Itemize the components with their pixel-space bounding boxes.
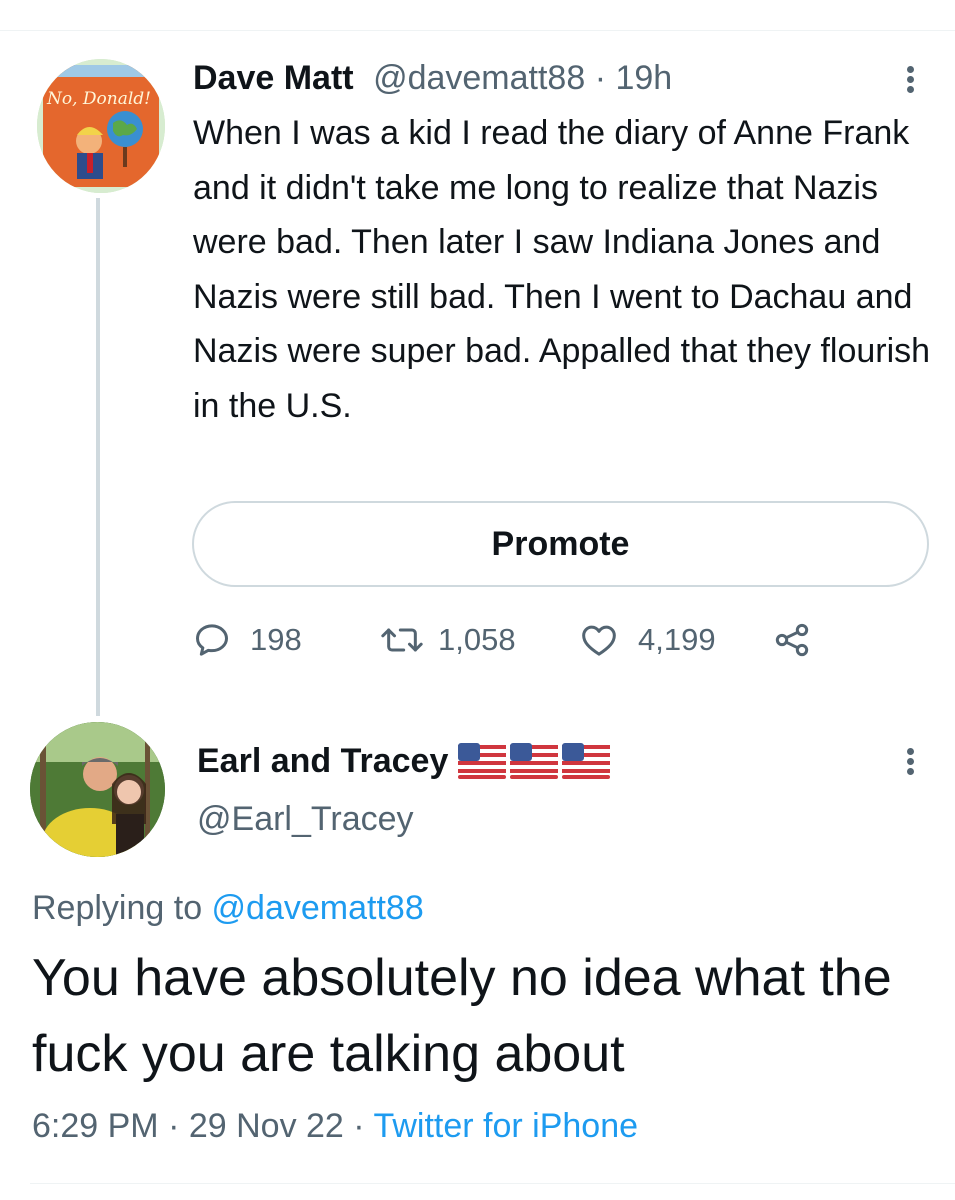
thread-connector-line xyxy=(96,198,100,716)
tweet-text: When I was a kid I read the diary of Ann… xyxy=(193,114,931,425)
more-vertical-icon xyxy=(907,748,914,755)
reply-count: 198 xyxy=(250,622,302,657)
reply-more-options-button[interactable] xyxy=(898,744,924,778)
retweet-arrows-icon xyxy=(381,628,423,652)
flag-emojis xyxy=(458,743,611,779)
meta-separator: · xyxy=(158,1107,189,1145)
author-name[interactable]: Dave Matt xyxy=(193,59,354,97)
share-icon xyxy=(775,623,809,657)
reply-date[interactable]: 29 Nov 22 xyxy=(189,1107,344,1145)
like-count: 4,199 xyxy=(638,622,716,657)
us-flag-icon xyxy=(458,743,507,779)
reply-button[interactable]: 198 xyxy=(192,618,302,662)
reply-time[interactable]: 6:29 PM xyxy=(32,1107,159,1145)
tweet-header: Dave Matt @davematt88 · 19h xyxy=(193,58,672,98)
reply-author-name[interactable]: Earl and Tracey xyxy=(197,738,448,784)
reply-author-handle[interactable]: @Earl_Tracey xyxy=(197,797,414,841)
more-vertical-icon-dot xyxy=(907,86,914,93)
us-flag-icon xyxy=(562,743,611,779)
book-cover-avatar-image: No, Donald! xyxy=(37,59,165,193)
avatar-dave-matt[interactable]: No, Donald! xyxy=(37,59,165,193)
avatar-earl-and-tracey[interactable] xyxy=(30,722,165,857)
retweet-count: 1,058 xyxy=(438,622,516,657)
avatar-book-title: No, Donald! xyxy=(46,89,151,109)
replying-prefix: Replying to xyxy=(32,889,212,927)
more-vertical-icon-dot xyxy=(907,758,914,765)
replying-to-link[interactable]: @davematt88 xyxy=(212,889,424,927)
author-handle[interactable]: @davematt88 xyxy=(373,59,585,97)
heart-icon xyxy=(582,625,616,656)
photo-avatar-image xyxy=(30,722,165,857)
us-flag-icon xyxy=(510,743,559,779)
reply-client-link[interactable]: Twitter for iPhone xyxy=(373,1107,638,1145)
more-vertical-icon-dot xyxy=(907,76,914,83)
bottom-divider xyxy=(30,1183,955,1184)
comment-bubble-icon xyxy=(196,624,228,656)
share-button[interactable] xyxy=(772,618,812,662)
header-separator: · xyxy=(585,59,616,97)
retweet-button[interactable]: 1,058 xyxy=(380,618,516,662)
reply-header: Earl and Tracey xyxy=(197,738,611,784)
top-divider xyxy=(0,30,955,31)
tweet-time[interactable]: 19h xyxy=(615,59,672,97)
meta-separator: · xyxy=(343,1107,374,1145)
reply-meta: 6:29 PM · 29 Nov 22 · Twitter for iPhone xyxy=(32,1103,638,1149)
more-options-button[interactable] xyxy=(898,62,924,96)
more-vertical-icon xyxy=(907,66,914,73)
promote-button[interactable]: Promote xyxy=(192,501,929,587)
reply-text: You have absolutely no idea what the fuc… xyxy=(32,949,892,1083)
more-vertical-icon-dot xyxy=(907,768,914,775)
replying-to-line: Replying to @davematt88 xyxy=(32,885,424,931)
like-button[interactable]: 4,199 xyxy=(578,618,716,662)
